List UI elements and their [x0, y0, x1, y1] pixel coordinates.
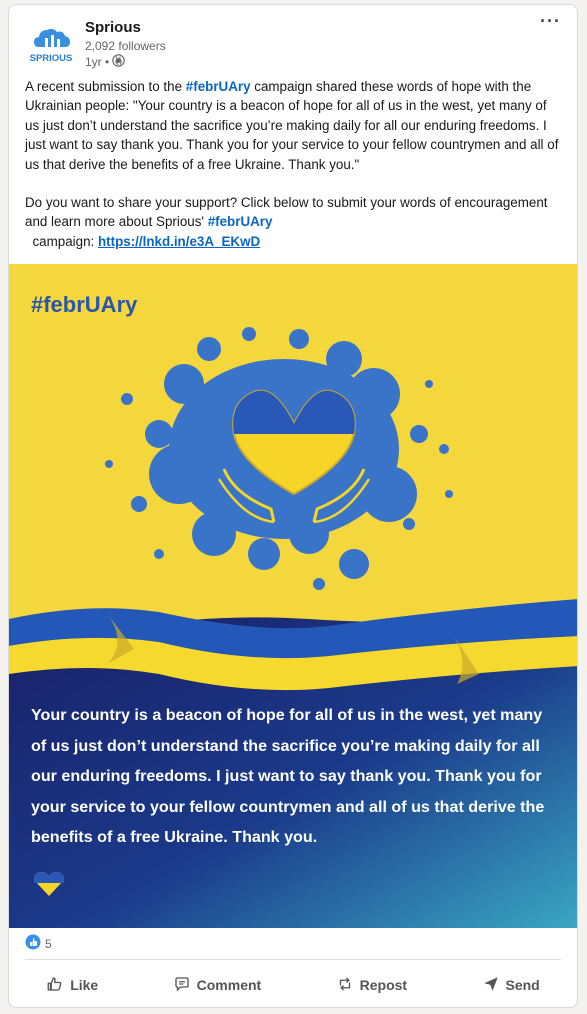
hashtag-link[interactable]: #febrUAry [186, 79, 251, 94]
comment-button[interactable]: Comment [163, 969, 272, 1002]
logo-wordmark: SPRIOUS [30, 53, 73, 64]
more-options-icon[interactable]: ··· [540, 11, 561, 32]
campaign-link[interactable]: https://lnkd.in/e3A_EKwD [98, 234, 260, 249]
post-age: 1yr • [85, 55, 110, 69]
post-header: SPRIOUS Sprious 2,092 followers 1yr • ··… [9, 5, 577, 75]
send-icon [482, 975, 500, 996]
reaction-count: 5 [45, 936, 52, 951]
tag-prefix: #febr [31, 292, 85, 317]
like-reaction-icon [25, 934, 41, 953]
reaction-summary[interactable]: 5 [25, 934, 52, 953]
globe-icon [112, 54, 125, 70]
follower-count: 2,092 followers [85, 39, 166, 53]
body-text-segment: campaign: [28, 233, 98, 249]
post-card: SPRIOUS Sprious 2,092 followers 1yr • ··… [8, 4, 578, 1008]
post-image[interactable]: #febrUAry Your country is a beacon of ho… [9, 264, 577, 928]
post-timestamp: 1yr • [85, 54, 125, 70]
post-paragraph-1: A recent submission to the #febrUAry cam… [25, 77, 561, 174]
image-quote: Your country is a beacon of hope for all… [31, 706, 545, 846]
comment-label: Comment [196, 977, 262, 993]
repost-icon [336, 975, 354, 996]
repost-label: Repost [359, 977, 408, 993]
thumbs-up-icon [46, 975, 64, 996]
send-label: Send [505, 977, 540, 993]
campaign-hashtag-title: #febrUAry [31, 292, 137, 318]
tag-suffix: ry [116, 292, 138, 317]
company-name[interactable]: Sprious [85, 19, 141, 36]
comment-icon [173, 975, 191, 996]
send-button[interactable]: Send [472, 969, 550, 1002]
tag-ua: UA [84, 292, 117, 317]
post-paragraph-2: Do you want to share your support? Click… [25, 193, 561, 251]
like-button[interactable]: Like [36, 969, 108, 1002]
post-body: A recent submission to the #febrUAry cam… [9, 75, 577, 251]
action-bar: Like Comment Repost Send [9, 967, 577, 1003]
action-divider [25, 959, 561, 960]
body-text-segment: A recent submission to the [25, 79, 186, 94]
like-label: Like [70, 977, 99, 993]
repost-button[interactable]: Repost [326, 969, 417, 1002]
body-text-segment: Do you want to share your support? Click… [25, 195, 548, 230]
hashtag-link[interactable]: #febrUAry [208, 214, 273, 229]
company-logo[interactable]: SPRIOUS [25, 19, 77, 65]
